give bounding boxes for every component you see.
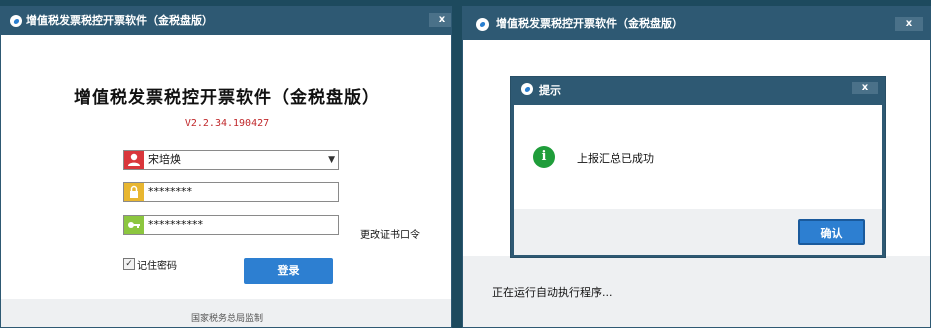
dialog-close-button[interactable]: x xyxy=(852,82,878,94)
lock-icon xyxy=(124,183,144,201)
password-field[interactable]: ******** xyxy=(123,182,339,202)
login-window-titlebar[interactable]: 增值税发票税控开票软件（金税盘版） x xyxy=(1,7,451,35)
login-window-close-button[interactable]: x xyxy=(429,13,451,27)
dialog-body: i 上报汇总已成功 xyxy=(514,105,882,209)
app-logo-icon xyxy=(476,18,489,31)
login-window: 增值税发票税控开票软件（金税盘版） x 增值税发票税控开票软件（金税盘版） V2… xyxy=(0,6,452,328)
key-icon xyxy=(124,216,144,234)
info-icon: i xyxy=(533,146,555,168)
app-title: 增值税发票税控开票软件（金税盘版） xyxy=(74,88,380,108)
dialog-message: 上报汇总已成功 xyxy=(577,152,654,165)
user-icon xyxy=(124,151,144,169)
change-cert-password-link[interactable]: 更改证书口令 xyxy=(360,226,420,241)
chevron-down-icon[interactable]: ▼ xyxy=(328,155,335,165)
remember-password-label: 记住密码 xyxy=(137,261,177,272)
footer-text: 国家税务总局监制 xyxy=(190,314,263,324)
status-text: 正在运行自动执行程序... xyxy=(492,286,613,299)
dialog-footer: 确认 xyxy=(514,209,882,255)
user-select[interactable]: 宋培焕 ▼ xyxy=(123,150,339,170)
app-logo-icon xyxy=(10,15,22,27)
main-window-close-button[interactable]: x xyxy=(895,17,923,31)
dialog-logo-icon xyxy=(521,83,533,95)
dialog-title: 提示 xyxy=(539,84,561,97)
login-button[interactable]: 登录 xyxy=(244,258,333,284)
prompt-dialog: 提示 x i 上报汇总已成功 确认 xyxy=(510,76,886,258)
password-value: ******** xyxy=(148,185,192,198)
confirm-button[interactable]: 确认 xyxy=(798,219,865,245)
login-footer: 国家税务总局监制 xyxy=(1,299,451,327)
login-window-title: 增值税发票税控开票软件（金税盘版） xyxy=(26,14,213,27)
user-select-value: 宋培焕 xyxy=(148,153,181,166)
main-window-title: 增值税发票税控开票软件（金税盘版） xyxy=(496,17,683,30)
main-window-titlebar[interactable]: 增值税发票税控开票软件（金税盘版） x xyxy=(463,7,930,40)
remember-password-checkbox[interactable]: ✓ xyxy=(123,258,135,270)
cert-password-field[interactable]: ********** xyxy=(123,215,339,235)
status-bar: 正在运行自动执行程序... xyxy=(463,256,930,327)
version-label: V2.2.34.190427 xyxy=(184,118,270,129)
cert-password-value: ********** xyxy=(148,218,203,231)
